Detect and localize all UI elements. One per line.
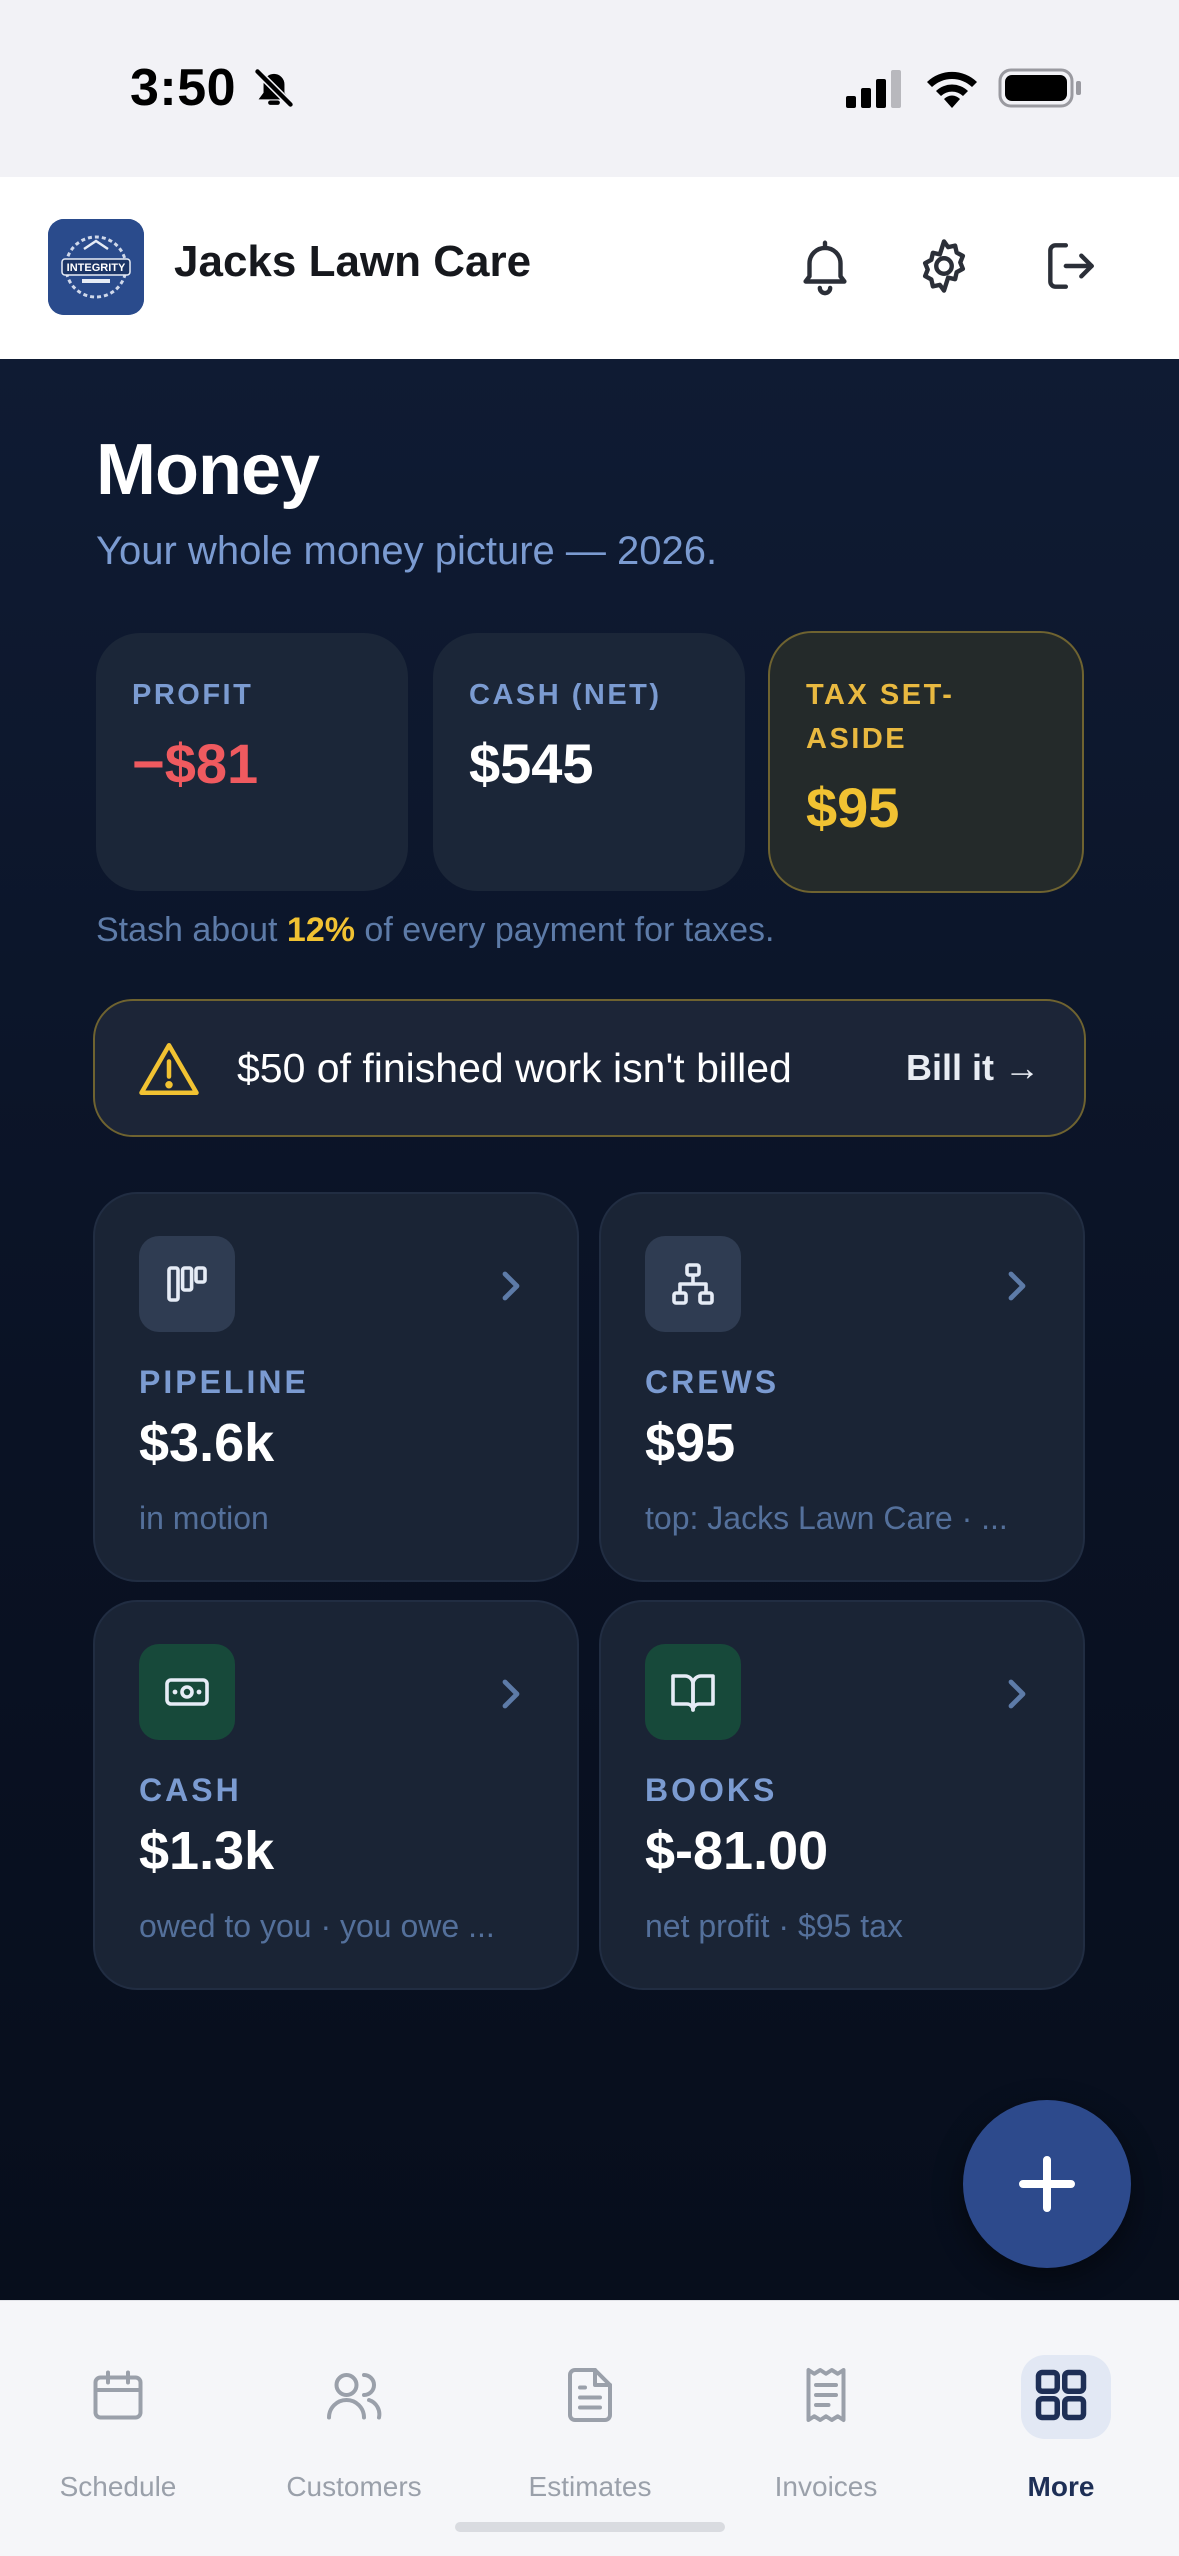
cash-net-stat-card: CASH (NET) $545	[433, 633, 745, 891]
alert-text: $50 of finished work isn't billed	[237, 1045, 792, 1091]
nav-item-customers[interactable]: Customers	[236, 2301, 472, 2556]
crews-tile[interactable]: CREWS $95 top: Jacks Lawn Care · ...	[599, 1192, 1085, 1582]
nav-label: Schedule	[59, 2471, 177, 2502]
status-time: 3:50	[130, 59, 237, 117]
nav-item-more[interactable]: More	[943, 2301, 1179, 2556]
tile-subtext: in motion	[139, 1500, 269, 1536]
tile-label: CREWS	[645, 1364, 780, 1400]
books-tile[interactable]: BOOKS $-81.00 net profit · $95 tax	[599, 1600, 1085, 1990]
tax-note-suffix: of every payment for taxes.	[354, 911, 775, 949]
notifications-bell-icon[interactable]	[794, 235, 856, 297]
bell-off-icon	[253, 67, 295, 109]
wifi-icon	[927, 71, 977, 108]
tile-subtext: net profit · $95 tax	[645, 1908, 903, 1944]
kanban-icon	[167, 1266, 207, 1302]
stat-label: TAX SET-ASIDE	[806, 679, 955, 755]
receipt-icon	[806, 2368, 846, 2422]
add-fab-button[interactable]	[963, 2100, 1131, 2268]
calendar-icon	[93, 2370, 143, 2420]
document-icon	[568, 2368, 612, 2422]
warning-triangle-icon	[139, 1043, 199, 1095]
tax-set-aside-stat-card: TAX SET-ASIDE $95	[768, 631, 1084, 893]
nav-item-estimates[interactable]: Estimates	[472, 2301, 708, 2556]
battery-icon	[998, 68, 1081, 108]
pipeline-tile[interactable]: PIPELINE $3.6k in motion	[93, 1192, 579, 1582]
tile-subtext: top: Jacks Lawn Care · ...	[645, 1500, 1008, 1536]
org-chart-icon	[672, 1263, 714, 1305]
chevron-right-icon	[502, 1271, 520, 1301]
logo-text: INTEGRITY	[67, 262, 126, 274]
stat-label: PROFIT	[132, 679, 254, 711]
tile-label: BOOKS	[645, 1772, 778, 1808]
cash-tile[interactable]: CASH $1.3k owed to you · you owe ...	[93, 1600, 579, 1990]
plus-icon	[1019, 2156, 1075, 2212]
stat-value: −$81	[132, 732, 259, 795]
page-subtitle: Your whole money picture — 2026.	[96, 529, 718, 573]
money-screen: Money Your whole money picture — 2026. P…	[0, 359, 1179, 2300]
bottom-nav: Schedule Customers Estimates Invoices Mo…	[0, 2300, 1179, 2556]
unbilled-work-alert[interactable]: $50 of finished work isn't billed Bill i…	[93, 999, 1086, 1137]
stat-value: $95	[806, 776, 900, 839]
tile-icon-bg	[645, 1236, 741, 1332]
app-name: Jacks Lawn Care	[174, 237, 532, 286]
status-bar: 3:50	[0, 0, 1179, 177]
nav-label: Invoices	[774, 2471, 878, 2502]
tile-subtext: owed to you · you owe ...	[139, 1908, 495, 1944]
tile-value: $-81.00	[645, 1821, 829, 1881]
tax-note-percent: 12%	[286, 911, 355, 949]
profit-stat-card: PROFIT −$81	[96, 633, 408, 891]
page-title: Money	[96, 430, 320, 510]
tax-note-prefix: Stash about	[96, 911, 287, 949]
users-icon	[327, 2373, 382, 2420]
nav-label: Estimates	[528, 2471, 652, 2502]
nav-label: More	[1027, 2471, 1095, 2502]
book-open-icon	[671, 1674, 715, 1712]
tile-value: $95	[645, 1413, 736, 1473]
tile-icon-bg	[645, 1644, 741, 1740]
app-header: INTEGRITY Jacks Lawn Care	[0, 177, 1179, 359]
tax-note: Stash about 12% of every payment for tax…	[96, 911, 775, 950]
grid-icon	[1035, 2369, 1087, 2421]
chevron-right-icon	[502, 1679, 520, 1709]
integrity-logo-icon: INTEGRITY	[48, 219, 144, 315]
settings-gear-icon[interactable]	[913, 235, 975, 297]
bill-it-button[interactable]: Bill it →	[906, 1047, 1040, 1089]
tile-icon-bg	[139, 1236, 235, 1332]
tile-value: $3.6k	[139, 1413, 275, 1473]
nav-item-invoices[interactable]: Invoices	[708, 2301, 944, 2556]
company-logo[interactable]: INTEGRITY	[48, 219, 144, 315]
home-indicator	[455, 2522, 725, 2532]
banknote-icon	[165, 1678, 209, 1706]
tile-value: $1.3k	[139, 1821, 275, 1881]
tile-icon-bg	[139, 1644, 235, 1740]
nav-item-schedule[interactable]: Schedule	[0, 2301, 236, 2556]
chevron-right-icon	[1008, 1679, 1026, 1709]
stat-label: CASH (NET)	[469, 679, 662, 711]
chevron-right-icon	[1008, 1271, 1026, 1301]
tile-label: PIPELINE	[139, 1364, 309, 1400]
stat-value: $545	[469, 732, 594, 795]
nav-label: Customers	[286, 2471, 422, 2502]
logout-icon[interactable]	[1040, 235, 1102, 297]
cellular-signal-icon	[846, 70, 901, 108]
tile-label: CASH	[139, 1772, 242, 1808]
